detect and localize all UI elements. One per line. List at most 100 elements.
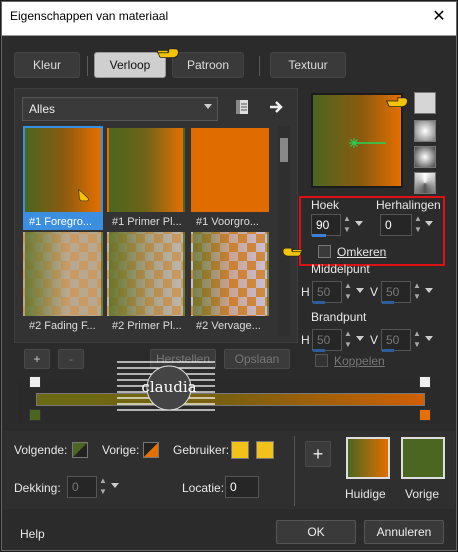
library-icon[interactable] [234,98,250,116]
link-checkbox[interactable] [315,354,328,367]
pointing-hand-icon [282,247,303,257]
link-label: Koppelen [334,354,385,368]
gradient-label: #2 Vervage... [196,320,261,332]
spin-down-icon[interactable]: ▼ [342,225,352,235]
opacity-field[interactable]: 0 [67,476,97,498]
spin-down-icon[interactable]: ▼ [343,340,353,350]
gradient-label: #1 Voorgro... [196,216,259,228]
next-label: Volgende: [14,443,68,457]
center-h-slider[interactable] [313,301,325,304]
angle-slider[interactable] [312,234,326,237]
ok-button[interactable]: OK [276,520,356,544]
chevron-down-icon[interactable] [425,288,433,293]
chevron-down-icon[interactable] [425,336,433,341]
spin-up-icon[interactable]: ▲ [343,329,353,339]
transparency-stop[interactable] [419,376,431,388]
angle-handle-icon[interactable] [348,136,388,150]
watermark-text: claudia [141,378,196,396]
gradient-bar[interactable] [36,393,425,406]
focal-label: Brandpunt [311,310,367,324]
close-button[interactable]: ✕ [428,6,450,28]
invert-checkbox[interactable] [318,245,331,258]
tab-patroon[interactable]: Patroon [172,52,244,78]
center-v-label: V [370,285,379,299]
focal-h-field[interactable]: 50 [312,329,342,351]
window-title: Eigenschappen van materiaal [10,9,169,23]
spin-down-icon[interactable]: ▼ [343,292,353,302]
location-field[interactable]: 0 [225,476,259,498]
center-h-field[interactable]: 50 [312,281,342,303]
spin-up-icon[interactable]: ▲ [413,214,423,224]
gradient-thumbnail[interactable] [107,232,185,316]
chevron-down-icon[interactable] [356,336,364,341]
spin-up-icon[interactable]: ▲ [412,329,422,339]
user-swatch-2[interactable] [256,441,274,459]
focal-v-slider[interactable] [382,349,394,352]
prev-swatch[interactable] [143,442,159,458]
angle-field[interactable]: 90 [311,214,341,236]
tab-separator [87,56,88,76]
gradient-label: #2 Fading F... [29,320,96,332]
user-swatch[interactable] [231,441,249,459]
spin-down-icon[interactable]: ▼ [413,225,423,235]
remove-gradient-button[interactable]: - [58,349,84,369]
center-label: Middelpunt [311,262,370,276]
opacity-label: Dekking: [14,481,61,495]
add-stop-button[interactable]: + [305,441,331,467]
gradient-thumbnail[interactable] [191,232,269,316]
next-swatch[interactable] [72,442,88,458]
spin-down-icon[interactable]: ▼ [412,292,422,302]
chevron-down-icon[interactable] [111,483,119,488]
previous-gradient-swatch[interactable] [401,437,445,479]
rectangular-style-button[interactable] [414,120,436,142]
gradient-thumbnail[interactable] [107,128,185,212]
add-gradient-button[interactable]: + [24,349,50,369]
linear-style-button[interactable] [414,92,436,114]
spin-up-icon[interactable]: ▲ [342,214,352,224]
scrollbar-thumb[interactable] [280,138,288,162]
center-h-label: H [301,285,310,299]
user-label: Gebruiker: [173,443,230,457]
spin-up-icon[interactable]: ▲ [98,476,108,486]
gradient-thumbnail[interactable] [23,232,103,316]
center-v-field[interactable]: 50 [381,281,411,303]
watermark-logo: claudia [117,361,215,411]
spin-down-icon[interactable]: ▼ [412,340,422,350]
help-link[interactable]: Help [20,527,45,541]
cancel-button[interactable]: Annuleren [364,520,444,544]
tab-textuur[interactable]: Textuur [270,52,346,78]
chevron-down-icon[interactable] [355,221,363,226]
prev-label: Vorige: [102,443,140,457]
tab-kleur[interactable]: Kleur [14,52,80,78]
sunburst-style-button[interactable] [414,172,436,194]
focal-h-label: H [301,333,310,347]
transparency-stop[interactable] [29,376,41,388]
previous-label: Vorige [405,487,440,501]
color-stop[interactable] [419,409,431,421]
center-v-slider[interactable] [382,301,394,304]
gradient-label: #1 Foregro... [23,214,103,230]
spin-down-icon[interactable]: ▼ [98,487,108,497]
color-stop[interactable] [29,409,41,421]
focal-v-field[interactable]: 50 [381,329,411,351]
save-gradient-button[interactable]: Opslaan [224,349,290,369]
gradient-label: #1 Primer Pl... [112,216,182,228]
pointing-hand-icon [156,48,179,58]
repeats-field[interactable]: 0 [380,214,412,236]
chevron-down-icon[interactable] [425,221,433,226]
invert-label: Omkeren [337,245,387,259]
angle-label: Hoek [311,198,340,212]
spin-up-icon[interactable]: ▲ [343,281,353,291]
category-dropdown[interactable]: Alles [22,97,218,121]
tab-separator [259,56,260,76]
panel-divider [294,436,295,506]
gradient-label: #2 Primer Pl... [112,320,182,332]
gradient-thumbnail[interactable] [191,128,269,212]
arrow-right-icon[interactable] [268,98,286,116]
current-gradient-swatch[interactable] [346,437,390,479]
radial-style-button[interactable] [414,146,436,168]
chevron-down-icon[interactable] [356,288,364,293]
current-label: Huidige [345,487,386,501]
focal-h-slider[interactable] [313,349,325,352]
spin-up-icon[interactable]: ▲ [412,281,422,291]
